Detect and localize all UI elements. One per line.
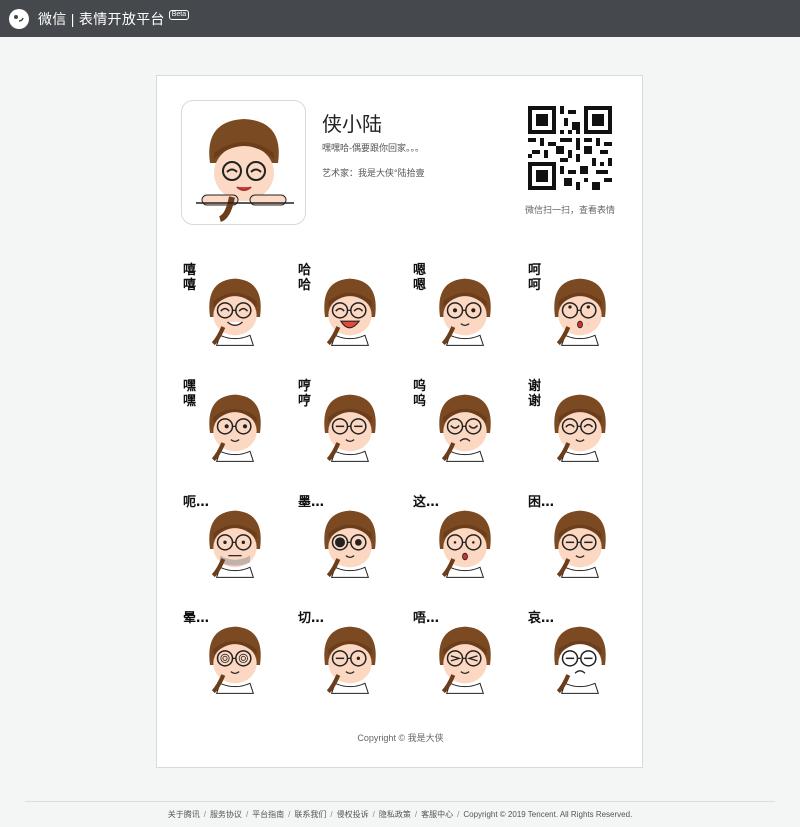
footer-separator: /: [203, 810, 206, 819]
platform-title[interactable]: 微信 | 表情开放平台: [38, 9, 165, 29]
sticker-grid: 嘻嘻 哈哈 嗯嗯 呵呵 嘿嘿 哼哼 呜呜 谢谢 呃… 墨… 这… 困… 晕… 切…: [181, 259, 621, 719]
footer-link[interactable]: 侵权投诉: [337, 810, 369, 819]
sticker-item[interactable]: 切…: [296, 607, 388, 702]
sticker-item[interactable]: 嘻嘻: [181, 259, 273, 354]
footer-separator: /: [245, 810, 249, 819]
pack-title: 侠小陆: [322, 114, 382, 136]
footer-divider: [25, 801, 775, 802]
sticker-pack-card: 侠小陆 嘿嘿哈-偶要跟你回家。。。 艺术家：我是大侠°陆拾壹 微信扫一扫，查看表…: [156, 75, 643, 768]
sticker-item[interactable]: 嘿嘿: [181, 375, 273, 470]
sticker-item[interactable]: 哀…: [526, 607, 618, 702]
sticker-item[interactable]: 晕…: [181, 607, 273, 702]
sticker-item[interactable]: 哼哼: [296, 375, 388, 470]
wechat-logo-icon[interactable]: [8, 8, 30, 30]
pack-copyright: Copyright © 我是大侠: [357, 733, 444, 743]
footer-link[interactable]: 客服中心: [421, 810, 453, 819]
footer-separator: /: [414, 810, 418, 819]
sticker-item[interactable]: 呃…: [181, 491, 273, 586]
sticker-item[interactable]: 呵呵: [526, 259, 618, 354]
sticker-item[interactable]: 墨…: [296, 491, 388, 586]
pack-artist[interactable]: 艺术家：我是大侠°陆拾壹: [322, 166, 425, 179]
beta-badge: Beta: [168, 9, 190, 20]
sticker-item[interactable]: 谢谢: [526, 375, 618, 470]
footer-link[interactable]: 服务协议: [210, 810, 242, 819]
top-bar: 微信 | 表情开放平台 Beta: [0, 0, 800, 37]
sticker-item[interactable]: 嗯嗯: [411, 259, 503, 354]
footer-link[interactable]: 关于腾讯: [168, 810, 200, 819]
footer-separator: /: [330, 810, 333, 819]
qr-code: [528, 106, 612, 190]
sticker-item[interactable]: 唔…: [411, 607, 503, 702]
footer-separator: /: [288, 810, 291, 819]
pack-description: 嘿嘿哈-偶要跟你回家。。。: [322, 143, 424, 153]
footer-separator: /: [457, 810, 460, 819]
footer-copyright: Copyright © 2019 Tencent. All Rights Res…: [463, 810, 633, 819]
pack-cover-image: [181, 100, 306, 225]
footer-separator: /: [372, 810, 375, 819]
sticker-item[interactable]: 哈哈: [296, 259, 388, 354]
qr-caption: 微信扫一扫，查看表情: [524, 205, 615, 215]
footer-link[interactable]: 联系我们: [294, 810, 326, 819]
sticker-item[interactable]: 困…: [526, 491, 618, 586]
footer: 关于腾讯 / 服务协议 / 平台指南 / 联系我们 / 侵权投诉 / 隐私政策 / 客服中心 / Copyr…: [0, 809, 800, 820]
footer-link[interactable]: 隐私政策: [379, 810, 411, 819]
sticker-item[interactable]: 呜呜: [411, 375, 503, 470]
sticker-item[interactable]: 这…: [411, 491, 503, 586]
footer-link[interactable]: 平台指南: [252, 810, 284, 819]
